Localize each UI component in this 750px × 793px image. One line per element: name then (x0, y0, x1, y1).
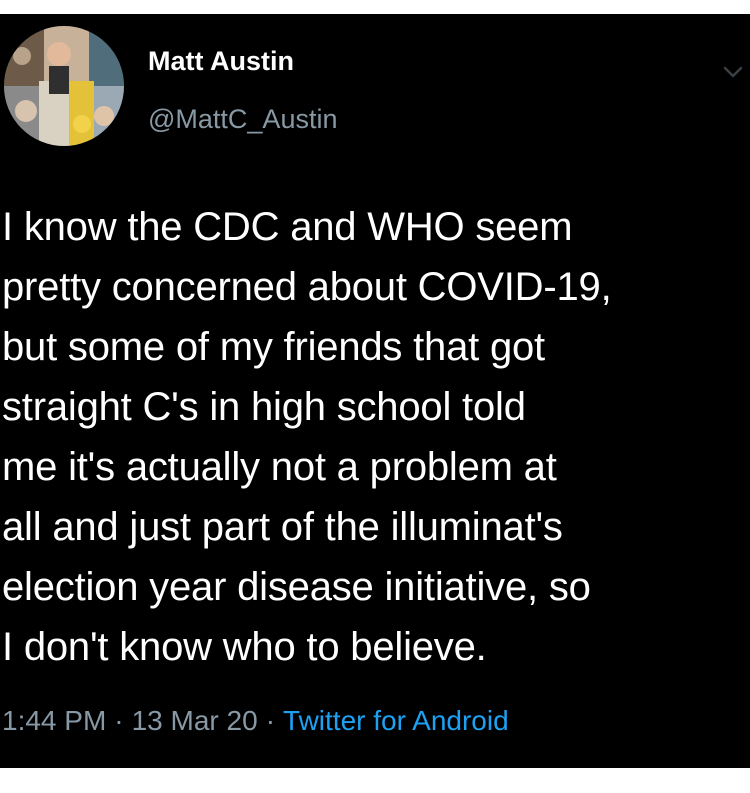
tweet-card: Matt Austin @MattC_Austin I know the CDC… (0, 14, 750, 768)
tweet-text: I know the CDC and WHO seem pretty conce… (2, 205, 612, 669)
author-handle[interactable]: @MattC_Austin (148, 106, 337, 133)
avatar-collage-image (4, 26, 124, 146)
separator-dot: · (265, 705, 276, 736)
separator-dot: · (114, 705, 124, 736)
chevron-down-icon[interactable] (722, 64, 744, 80)
tweet-metadata: 1:44 PM · 13 Mar 20 · Twitter for Android (2, 707, 509, 735)
tweet-time[interactable]: 1:44 PM (2, 705, 106, 736)
author-display-name[interactable]: Matt Austin (148, 48, 294, 75)
bottom-margin (0, 768, 750, 793)
tweet-date[interactable]: 13 Mar 20 (132, 705, 258, 736)
tweet-source-link[interactable]: Twitter for Android (283, 705, 509, 736)
profile-avatar[interactable] (4, 26, 124, 146)
